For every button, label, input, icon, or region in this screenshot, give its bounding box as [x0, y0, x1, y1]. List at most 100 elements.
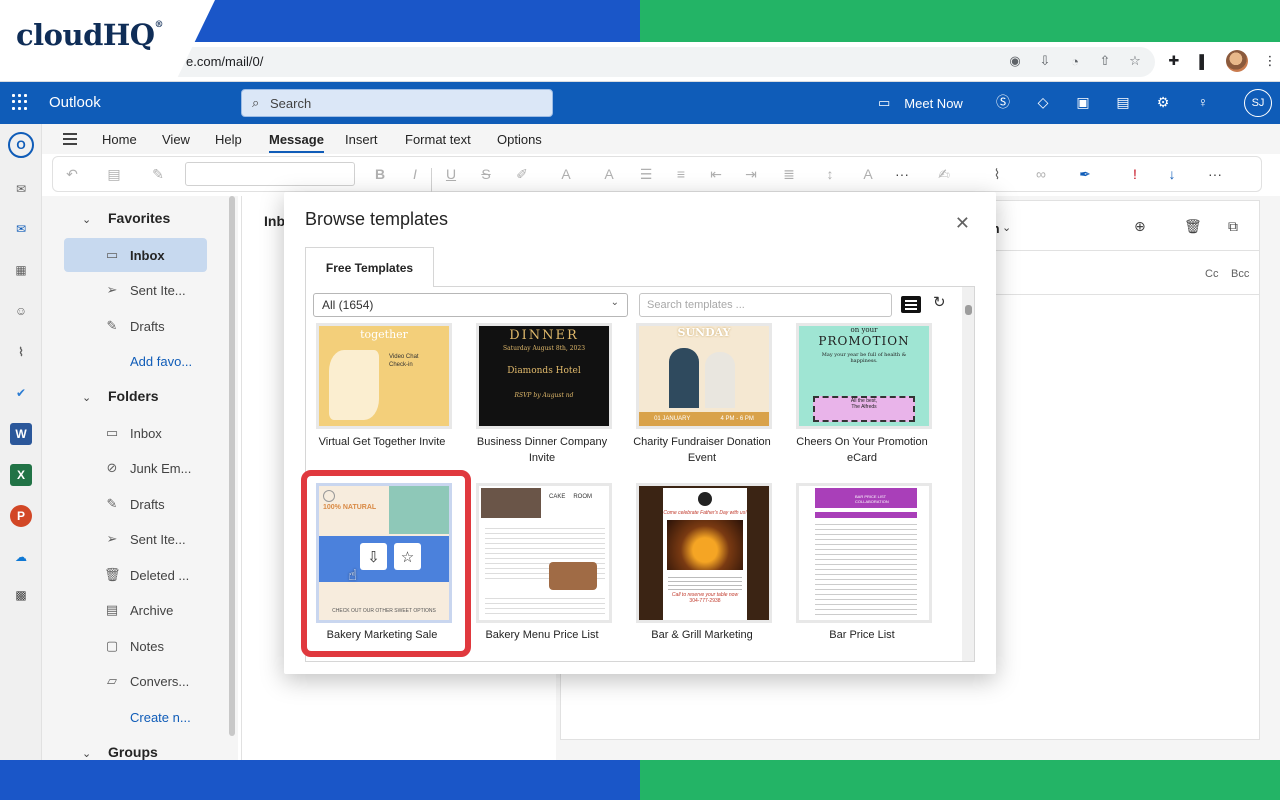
performance-icon[interactable]: ◔ — [1067, 53, 1083, 69]
tab-help[interactable]: Help — [215, 132, 242, 147]
bookmark-star-icon[interactable]: ☆ — [1127, 53, 1143, 69]
share-icon[interactable]: ⇧ — [1097, 53, 1113, 69]
app-name[interactable]: Outlook — [49, 94, 101, 111]
tab-free-templates[interactable]: Free Templates — [305, 247, 434, 287]
more-apps-icon[interactable]: ▩ — [10, 584, 32, 606]
outlook-app-icon[interactable]: O — [8, 132, 34, 158]
search-input[interactable]: ⌕ Search — [241, 89, 553, 117]
create-new-folder-link[interactable]: Create n... — [130, 710, 191, 725]
tab-insert[interactable]: Insert — [345, 132, 378, 147]
folder-item-drafts[interactable]: ✎ Drafts — [64, 487, 207, 521]
template-card[interactable]: DINNER Saturday August 8th, 2023 Diamond… — [466, 323, 618, 464]
folder-item-junk[interactable]: ⊘ Junk Em... — [64, 451, 207, 485]
decrease-indent-icon[interactable]: ⇤ — [707, 165, 725, 183]
extensions-puzzle-icon[interactable]: ✚ — [1166, 53, 1182, 69]
my-day-icon[interactable]: ▤ — [1114, 93, 1132, 111]
premium-diamond-icon[interactable]: ◇ — [1034, 93, 1052, 111]
template-card[interactable]: SUNDAY 01 JANUARY 4 PM - 6 PM Charity Fun… — [626, 323, 778, 464]
tab-options[interactable]: Options — [497, 132, 542, 147]
overflow-icon[interactable]: ··· — [1206, 165, 1224, 183]
settings-gear-icon[interactable]: ⚙ — [1154, 93, 1172, 111]
list-view-icon[interactable] — [901, 296, 921, 313]
italic-icon[interactable]: I — [406, 165, 424, 183]
favorite-item-sent[interactable]: ➢ Sent Ite... — [64, 273, 207, 307]
template-card[interactable]: on your PROMOTION May your year be full … — [786, 323, 938, 464]
excel-icon[interactable]: X — [10, 464, 32, 486]
tab-format-text[interactable]: Format text — [405, 132, 471, 147]
todo-check-icon[interactable]: ✔ — [10, 382, 32, 404]
account-avatar[interactable]: SJ — [1244, 89, 1272, 117]
folder-item-archive[interactable]: ▤ Archive — [64, 593, 207, 627]
template-card[interactable]: CAKE ROOM Bakery Menu Price List — [466, 483, 618, 653]
refresh-icon[interactable]: ↻ — [933, 293, 946, 311]
mail-icon[interactable]: ✉ — [10, 218, 32, 240]
side-panel-icon[interactable]: ▌ — [1196, 53, 1212, 69]
favorite-item-drafts[interactable]: ✎ Drafts — [64, 309, 207, 343]
tab-view[interactable]: View — [162, 132, 190, 147]
folder-item-notes[interactable]: ▢ Notes — [64, 629, 207, 663]
paste-icon[interactable]: ▤ — [105, 165, 123, 183]
strikethrough-icon[interactable]: S — [477, 165, 495, 183]
chevron-down-icon[interactable]: ⌄ — [1002, 221, 1011, 234]
discard-trash-icon[interactable]: 🗑 — [1184, 218, 1202, 235]
folder-item-conversation[interactable]: ▱ Convers... — [64, 664, 207, 698]
folder-item-inbox[interactable]: ▭ Inbox — [64, 416, 207, 450]
address-bar[interactable]: e.com/mail/0/ ◉ ⇩ ◔ ⇧ ☆ — [150, 47, 1155, 77]
template-card[interactable]: together Video Chat Check-in Virtual Get… — [306, 323, 458, 463]
line-spacing-icon[interactable]: ↕ — [821, 165, 839, 183]
meet-now-button[interactable]: ▭ Meet Now — [878, 95, 963, 111]
cc-button[interactable]: Cc — [1205, 268, 1218, 280]
bold-icon[interactable]: B — [371, 165, 389, 183]
templates-scrollbar[interactable] — [962, 287, 974, 661]
eye-icon[interactable]: ◉ — [1007, 53, 1023, 69]
zoom-icon[interactable]: ⊕ — [1134, 218, 1146, 235]
importance-high-icon[interactable]: ! — [1126, 165, 1144, 183]
template-search-input[interactable]: Search templates ... — [639, 293, 892, 317]
bullets-icon[interactable]: ☰ — [637, 165, 655, 183]
folder-item-deleted[interactable]: 🗑 Deleted ... — [64, 558, 207, 592]
increase-indent-icon[interactable]: ⇥ — [742, 165, 760, 183]
profile-avatar[interactable] — [1226, 50, 1248, 72]
word-icon[interactable]: W — [10, 423, 32, 445]
calendar-icon[interactable]: ▦ — [10, 259, 32, 281]
font-color-icon[interactable]: A — [557, 165, 575, 183]
format-painter-icon[interactable]: ✎ — [149, 165, 167, 183]
folder-item-sent[interactable]: ➢ Sent Ite... — [64, 522, 207, 556]
tab-home[interactable]: Home — [102, 132, 137, 147]
install-icon[interactable]: ⇩ — [1037, 53, 1053, 69]
groups-header[interactable]: ⌄ Groups — [82, 744, 158, 760]
signature-icon[interactable]: ✒ — [1076, 165, 1094, 183]
more-format-icon[interactable]: ··· — [893, 165, 911, 183]
clear-format-icon[interactable]: A — [859, 165, 877, 183]
text-effects-icon[interactable]: ✍ — [935, 165, 953, 183]
importance-low-icon[interactable]: ↓ — [1163, 165, 1181, 183]
attach-icon[interactable]: ⌇ — [988, 165, 1006, 183]
favorites-header[interactable]: ⌄ Favorites — [82, 210, 170, 226]
highlight-icon[interactable]: ✐ — [513, 165, 531, 183]
styles-icon[interactable]: A — [600, 165, 618, 183]
template-card[interactable]: Come celebrate Father's Day with us! Cal… — [626, 483, 778, 653]
favorite-item-inbox[interactable]: ▭ Inbox — [64, 238, 207, 272]
menu-hamburger-icon[interactable] — [63, 133, 77, 148]
add-favorite-link[interactable]: Add favo... — [130, 354, 192, 369]
tab-message[interactable]: Message — [269, 132, 324, 153]
attachment-icon[interactable]: ⌇ — [10, 341, 32, 363]
people-icon[interactable]: ☺ — [10, 300, 32, 322]
folder-pane-scrollbar[interactable] — [229, 196, 235, 736]
onedrive-icon[interactable]: ☁ — [10, 546, 32, 568]
kebab-menu-icon[interactable]: ⋮ — [1262, 53, 1278, 69]
template-card[interactable]: BAR PRICE LIST COLLABORATION Bar Price L… — [786, 483, 938, 653]
align-icon[interactable]: ≣ — [780, 165, 798, 183]
bcc-button[interactable]: Bcc — [1231, 268, 1249, 280]
numbering-icon[interactable]: ≡ — [672, 165, 690, 183]
undo-icon[interactable]: ↶ — [63, 165, 81, 183]
popout-icon[interactable]: ⧉ — [1228, 218, 1238, 235]
font-name-select[interactable] — [185, 162, 432, 192]
folders-header[interactable]: ⌄ Folders — [82, 388, 159, 404]
close-icon[interactable]: ✕ — [955, 214, 970, 232]
office-icon[interactable]: ▣ — [1074, 93, 1092, 111]
skype-icon[interactable]: Ⓢ — [994, 93, 1012, 111]
app-launcher-icon[interactable] — [12, 94, 28, 110]
templates-scroll-thumb[interactable] — [965, 305, 972, 315]
new-mail-icon[interactable]: ✉ — [10, 178, 32, 200]
